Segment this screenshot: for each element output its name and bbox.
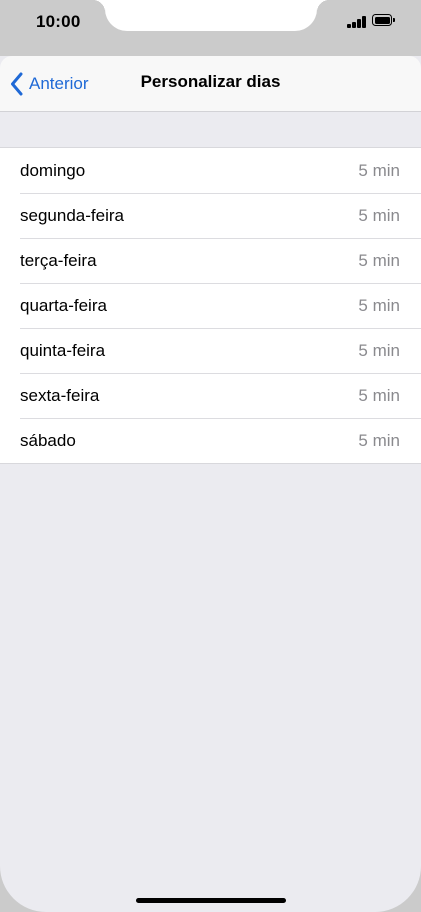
day-row-quinta-feira[interactable]: quinta-feira 5 min xyxy=(0,328,421,373)
cellular-signal-icon xyxy=(347,15,367,28)
day-duration: 5 min xyxy=(358,161,400,180)
day-row-segunda-feira[interactable]: segunda-feira 5 min xyxy=(0,193,421,238)
day-row-terca-feira[interactable]: terça-feira 5 min xyxy=(0,238,421,283)
screen: 10:00 Anterior Personalizar dias domingo… xyxy=(0,0,421,912)
days-list: domingo 5 min segunda-feira 5 min terça-… xyxy=(0,147,421,464)
day-duration: 5 min xyxy=(358,296,400,315)
day-row-quarta-feira[interactable]: quarta-feira 5 min xyxy=(0,283,421,328)
day-duration: 5 min xyxy=(358,431,400,450)
day-duration: 5 min xyxy=(358,386,400,405)
day-row-sabado[interactable]: sábado 5 min xyxy=(0,418,421,463)
day-label: terça-feira xyxy=(20,251,97,270)
day-row-sexta-feira[interactable]: sexta-feira 5 min xyxy=(0,373,421,418)
day-label: segunda-feira xyxy=(20,206,124,225)
day-duration: 5 min xyxy=(358,251,400,270)
day-label: sexta-feira xyxy=(20,386,100,405)
home-indicator[interactable] xyxy=(136,898,286,903)
day-label: sábado xyxy=(20,431,76,450)
day-label: domingo xyxy=(20,161,86,180)
page-title: Personalizar dias xyxy=(140,72,281,91)
day-label: quarta-feira xyxy=(20,296,107,315)
day-duration: 5 min xyxy=(358,206,400,225)
battery-icon xyxy=(372,14,396,28)
status-time: 10:00 xyxy=(36,12,81,31)
navigation-bar: Anterior Personalizar dias xyxy=(0,56,421,112)
day-duration: 5 min xyxy=(358,341,400,360)
status-bar: 10:00 xyxy=(0,0,421,56)
notch xyxy=(93,0,329,31)
day-row-domingo[interactable]: domingo 5 min xyxy=(0,148,421,193)
day-label: quinta-feira xyxy=(20,341,106,360)
